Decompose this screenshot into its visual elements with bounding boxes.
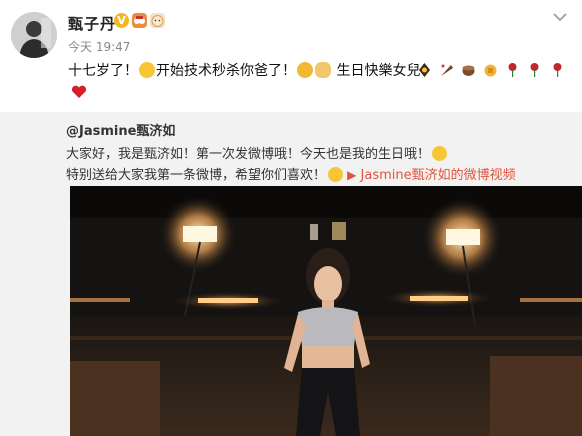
member-badge-icon[interactable] [132, 13, 147, 28]
grinning-face-icon [297, 62, 313, 78]
repost-line2-text: 特别送给大家我第一条微博，希望你们喜欢！ [66, 168, 327, 183]
repost-text-line1: 大家好，我是甄济如！第一次发微博哦！今天也是我的生日哦！ [66, 143, 448, 162]
post-body: 十七岁了！ 开始技术秒杀你爸了！ 生日快樂女兒！ [68, 61, 434, 81]
video-frame [70, 186, 582, 436]
video-link[interactable]: Jasmine甄济如的微博视频 [361, 168, 516, 183]
party-horn-icon [439, 62, 454, 78]
repost-text-line2: 特别送给大家我第一条微博，希望你们喜欢！ ▶ Jasmine甄济如的微博视频 [66, 164, 516, 183]
weibo-post: 甄子丹 V 今天 19:47 十七岁了！ 开始技术秒杀你爸了！ 生日快樂女兒！ @… [0, 0, 582, 436]
author-name[interactable]: 甄子丹 [68, 13, 116, 34]
verified-badge-icon[interactable]: V [114, 13, 129, 28]
repost-line1-text: 大家好，我是甄济如！第一次发微博哦！今天也是我的生日哦！ [66, 147, 431, 162]
rose-icon [527, 62, 542, 78]
repost-author[interactable]: @Jasmine甄济如 [66, 120, 175, 139]
chevron-down-icon[interactable] [548, 8, 572, 26]
post-timestamp[interactable]: 今天 19:47 [68, 38, 130, 55]
strong-arm-icon [315, 62, 331, 78]
post-text-part1: 十七岁了！ [68, 63, 138, 79]
post-text-part2: 开始技术秒杀你爸了！ [156, 63, 296, 79]
reposted-content[interactable]: @Jasmine甄济如 大家好，我是甄济如！第一次发微博哦！今天也是我的生日哦！… [0, 112, 582, 436]
cake-icon [461, 62, 476, 78]
video-link-icon[interactable]: ▶ [347, 168, 356, 182]
author-avatar[interactable] [11, 12, 57, 58]
celebration-icon [417, 62, 432, 78]
heart-icon [71, 84, 87, 98]
face-badge-icon[interactable] [150, 13, 165, 28]
emoji-row [417, 62, 567, 81]
blushing-face-icon [328, 167, 344, 182]
video-player[interactable] [70, 186, 582, 436]
laughing-face-icon [139, 62, 155, 78]
rose-icon [550, 62, 565, 78]
smiling-face-icon [432, 146, 448, 161]
rose-icon [505, 62, 520, 78]
thumbs-up-icon [483, 62, 498, 78]
